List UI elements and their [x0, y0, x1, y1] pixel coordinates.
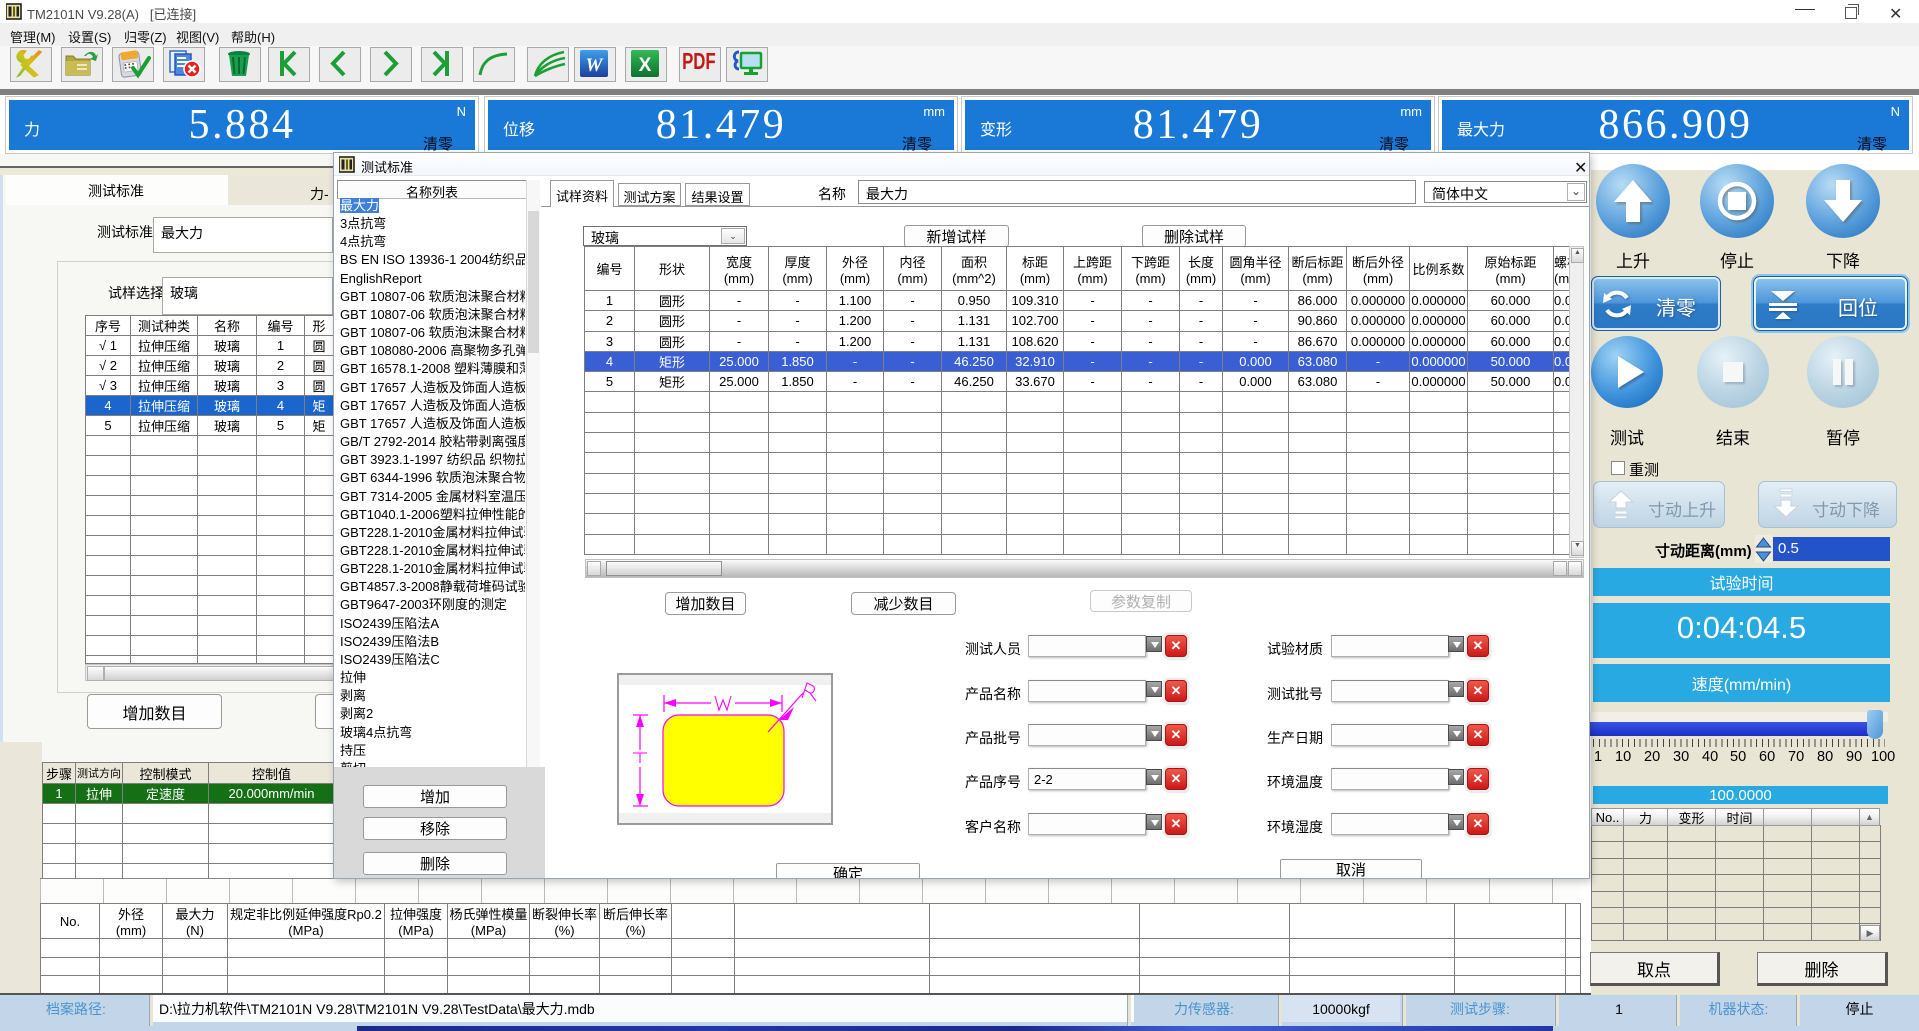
svg-text:PDF: PDF [682, 50, 716, 75]
svg-text:W: W [586, 55, 604, 76]
svg-text:X: X [639, 55, 652, 76]
